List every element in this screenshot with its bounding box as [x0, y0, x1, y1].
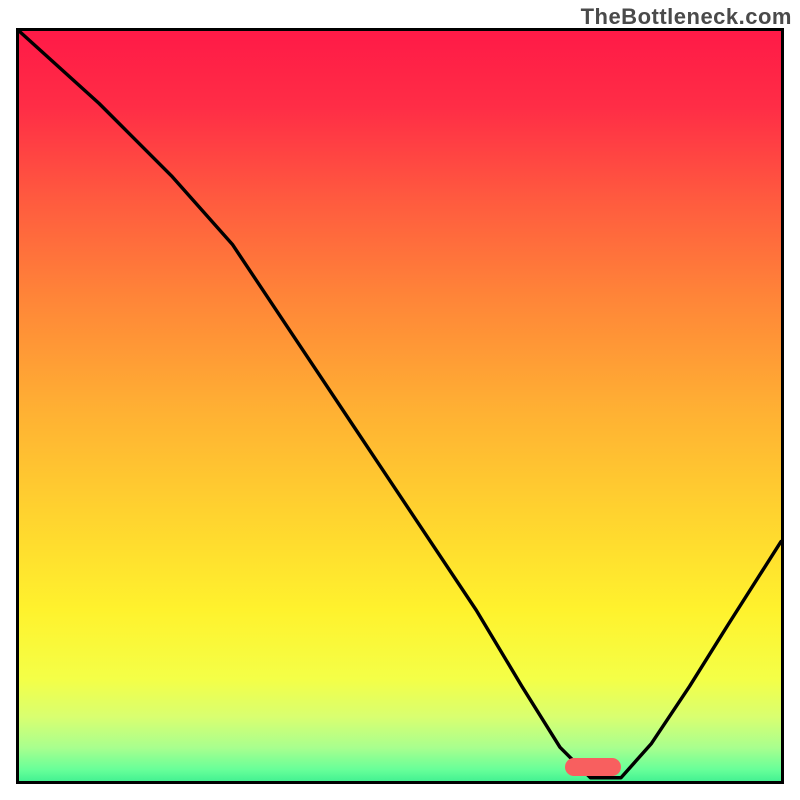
optimum-marker	[565, 758, 621, 776]
heat-gradient	[19, 31, 781, 784]
chart-frame: TheBottleneck.com	[0, 0, 800, 800]
watermark-text: TheBottleneck.com	[581, 4, 792, 30]
plot-area	[16, 28, 784, 784]
